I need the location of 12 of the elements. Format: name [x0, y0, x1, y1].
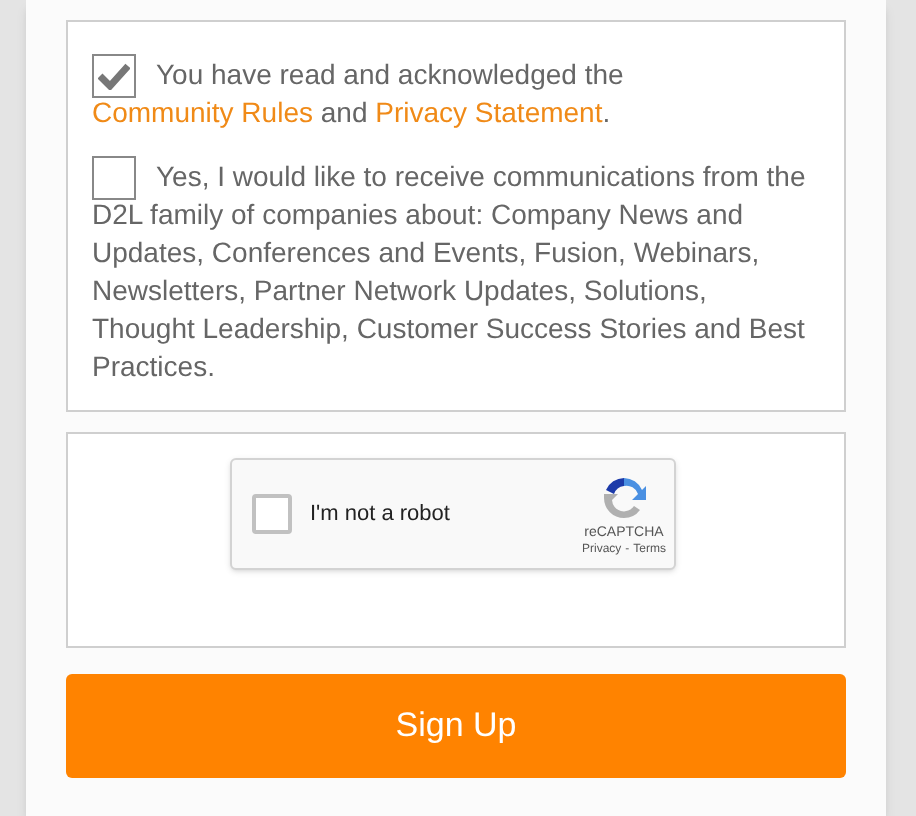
- captcha-checkbox[interactable]: [252, 494, 292, 534]
- sign-up-button[interactable]: Sign Up: [66, 674, 846, 778]
- link[interactable]: Community Rules: [92, 96, 313, 128]
- captcha-label: I'm not a robot: [310, 499, 452, 530]
- consent-text: D2L family of companies about: Company News and Updates, Conferences and Events, Fusion, Webinars, Newsletters, Partner Network Updates, Solutions, Thought Leadership, Customer Success Stories and Best Practices.: [92, 196, 807, 386]
- consent-text: Yes, I would like to receive communications from the: [156, 157, 806, 195]
- check-icon: [98, 62, 130, 90]
- checkbox[interactable]: [92, 156, 136, 200]
- consent-text: You have read and acknowledged the: [156, 55, 624, 93]
- checkbox[interactable]: [92, 54, 136, 98]
- consent-text: Community Rules and Privacy Statement.: [92, 94, 613, 132]
- link[interactable]: Privacy Statement: [375, 96, 603, 128]
